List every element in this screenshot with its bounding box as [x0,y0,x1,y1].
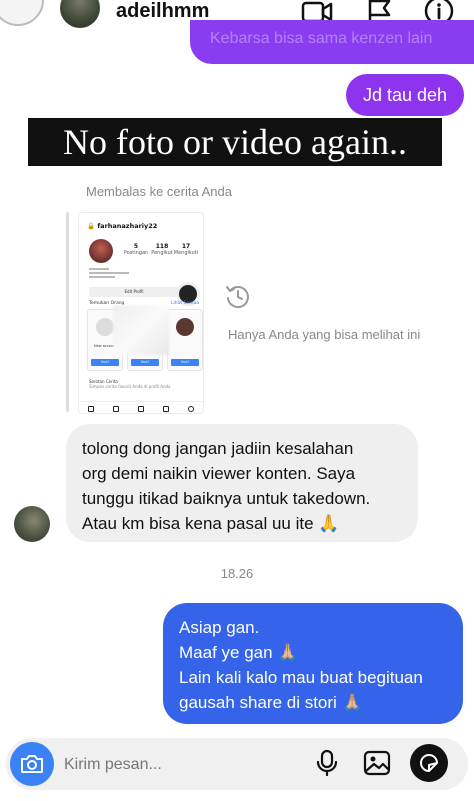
camera-icon [21,755,43,773]
microphone-icon[interactable] [312,748,342,778]
story-blur-patch [113,305,169,355]
camera-button[interactable] [10,742,54,786]
incoming-message-line: tunggu itikad baiknya untuk takedown. [82,489,371,508]
message-input[interactable] [64,754,264,776]
incoming-message-line: tolong dong jangan jadiin kesalahan [82,439,354,458]
caption-overlay: No foto or video again.. [28,118,442,166]
outgoing-message-line: gausah share di stori 🙏🏼 [179,693,363,712]
story-reply-label: Membalas ke cerita Anda [86,184,232,199]
history-icon [226,286,249,309]
reply-indicator-bar [66,212,69,412]
sender-avatar[interactable] [14,506,50,542]
story-edit-profile: Edit Profil [89,287,179,297]
outgoing-message-line: Asiap gan. [179,618,260,637]
outgoing-message-line: Maaf ye gan 🙏🏼 [179,643,299,662]
sticker-button[interactable] [410,744,448,782]
story-stat-posts: 5 Postingan [123,243,149,256]
incoming-message-line: org demi naikin viewer konten. Saya [82,464,356,483]
contact-avatar[interactable] [60,0,100,28]
back-button[interactable] [0,0,44,26]
story-stat-followers: 118 Pengikut [151,243,173,256]
incoming-message-line: Atau km bisa kena pasal uu ite 🙏 [82,514,340,533]
message-timestamp: 18.26 [220,566,254,581]
visibility-note: Hanya Anda yang bisa melihat ini [228,327,421,342]
story-see-all: Lihat Semua [171,301,200,306]
outgoing-message-partial[interactable]: Kebarsa bisa sama kenzen lain [190,20,474,64]
story-username: 🔒 farhanazhariy22 [87,222,158,230]
outgoing-message-line: Lain kali kalo mau buat begituan [179,668,423,687]
story-avatar [89,239,113,263]
gallery-icon[interactable] [362,748,392,778]
outgoing-message-partial-text: Kebarsa bisa sama kenzen lain [210,30,433,47]
sticker-icon [419,754,439,773]
story-highlights-section: Sorotan Cerita Simpan cerita favorit And… [89,379,171,389]
story-bottom-nav [79,401,203,413]
incoming-message[interactable]: tolong dong jangan jadiin kesalahan org … [66,424,418,542]
story-stat-following: 17 Mengikuti [173,243,199,256]
outgoing-message[interactable]: Jd tau deh [346,74,464,116]
story-suggest-card: Ikuti [167,309,203,371]
outgoing-message-blue[interactable]: Asiap gan. Maaf ye gan 🙏🏼 Lain kali kalo… [163,603,463,724]
story-bio [89,268,139,282]
story-preview[interactable]: 🔒 farhanazhariy22 5 Postingan 118 Pengikut… [78,212,204,414]
